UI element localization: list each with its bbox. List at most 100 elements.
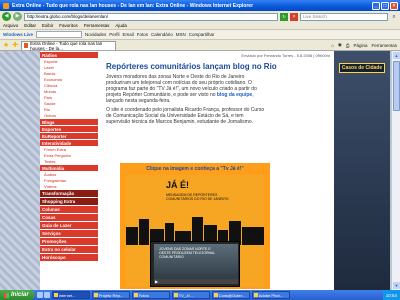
promo-caption[interactable]: Clique na imagem e conheça a "Tv Já é!": [120, 166, 270, 172]
live-item[interactable]: Novidades: [85, 32, 106, 37]
add-favorite-icon[interactable]: ✚: [12, 41, 18, 49]
menu-item[interactable]: Editar: [24, 23, 36, 28]
taskbar-item[interactable]: Internet...: [51, 291, 90, 299]
blog-post: Enviado por Fernando Torres - 5.8.2008 |…: [102, 51, 332, 290]
forward-button[interactable]: ▶: [13, 12, 22, 21]
task-label: Projeto Rep...: [98, 292, 124, 298]
sidebar-item[interactable]: Testes: [40, 158, 98, 164]
sidebar-item[interactable]: EuReporter: [40, 133, 98, 139]
menu-item[interactable]: Exibir: [42, 23, 53, 28]
command-bar: ⌂ ◉ ⎙ Página Ferramentas: [331, 42, 400, 48]
home-icon[interactable]: ⌂: [331, 42, 334, 48]
start-button[interactable]: Iniciar: [0, 290, 35, 300]
print-icon[interactable]: ⎙: [346, 42, 350, 48]
menu-item[interactable]: Ajuda: [115, 23, 127, 28]
menu-item[interactable]: Ferramentas: [84, 23, 110, 28]
live-toolbar: Windows Live Novidades Perfil Email Foto…: [0, 30, 400, 40]
quick-launch-icon[interactable]: [43, 292, 50, 298]
page-menu[interactable]: Página: [353, 42, 367, 48]
site-favicon-icon: [24, 43, 29, 48]
post-byline: Enviado por Fernando Torres - 5.8.2008 |…: [241, 53, 330, 58]
refresh-icon[interactable]: ↻: [280, 12, 288, 21]
scroll-thumb[interactable]: [393, 61, 400, 111]
taskbar-item[interactable]: Cons@Outer...: [211, 291, 250, 299]
live-item[interactable]: Perfil: [109, 32, 119, 37]
sidebar-item[interactable]: Serviços: [40, 230, 98, 237]
live-item[interactable]: MSN: [176, 32, 186, 37]
folder-icon: [133, 293, 138, 297]
web-viewport: Casos de Cidade Rádios Esporte Lazer Baruis…: [0, 51, 400, 290]
post-title[interactable]: Repórteres comunitários lançam blog no R…: [106, 62, 330, 71]
sidebar-item[interactable]: Cosas: [40, 214, 98, 221]
system-tray: 10:54: [382, 290, 400, 300]
folder-icon: [93, 293, 98, 297]
taskbar: Iniciar Internet... Projeto Rep... Fotos…: [0, 290, 400, 300]
taskbar-item[interactable]: Fotos: [131, 291, 170, 299]
maximize-button[interactable]: □: [381, 1, 389, 10]
close-button[interactable]: ×: [390, 1, 398, 10]
sidebar-item[interactable]: Outros: [40, 112, 98, 118]
promo-subtitle: MENSAGEM DE REPÓRTERES COMUNITÁRIOS DO R…: [166, 193, 229, 201]
live-item[interactable]: Fotos: [137, 32, 148, 37]
video-frame[interactable]: JOVENS DAS ZONAS NORTE E OESTE PRODUZEM …: [154, 244, 238, 280]
task-label: Cons@Outer...: [218, 292, 246, 298]
casos-de-cidade-logo[interactable]: Casos de Cidade: [338, 63, 386, 73]
video-caption: JOVENS DAS ZONAS NORTE E OESTE PRODUZEM …: [159, 247, 216, 259]
favorites-star-icon[interactable]: ★: [3, 41, 9, 49]
live-item[interactable]: Calendário: [151, 32, 173, 37]
tools-menu[interactable]: Ferramentas: [371, 42, 397, 48]
sidebar-item[interactable]: Colunas: [40, 206, 98, 213]
menu-item[interactable]: Arquivo: [3, 23, 18, 28]
ie-icon: [3, 2, 9, 9]
scroll-up-icon[interactable]: ▲: [393, 52, 400, 59]
quick-launch: [36, 292, 50, 298]
scroll-down-icon[interactable]: ▼: [393, 282, 400, 289]
sidebar-item[interactable]: Transformação: [40, 190, 98, 197]
quick-launch-icon[interactable]: [36, 292, 43, 298]
promo-image[interactable]: JÁ É! MENSAGEM DE REPÓRTERES COMUNITÁRIO…: [126, 175, 264, 287]
sidebar-item[interactable]: Horóscopo: [40, 254, 98, 261]
title-bar: Extra Online - Tudo que rola nas lan hou…: [0, 0, 400, 11]
live-item[interactable]: Compartilhar: [189, 32, 215, 37]
search-input[interactable]: Live Search: [300, 12, 388, 21]
sidebar-item[interactable]: Vídeos: [40, 183, 98, 189]
taskbar-item[interactable]: TV_J√...: [171, 291, 210, 299]
minimize-button[interactable]: _: [372, 1, 380, 10]
tab-label: Extra Online - Tudo que rola nas lan hou…: [30, 40, 103, 51]
live-item[interactable]: Email: [123, 32, 134, 37]
search-icon[interactable]: ⌕: [390, 13, 398, 21]
sidebar-item[interactable]: Promoções: [40, 238, 98, 245]
page-content: Rádios Esporte Lazer Baruis Economia Ciência M…: [40, 51, 334, 290]
back-button[interactable]: ◀: [2, 12, 11, 21]
photoshop-icon: [253, 293, 258, 297]
sidebar-item[interactable]: Extra no celular: [40, 246, 98, 253]
tab-row: ★ ✚ Extra Online - Tudo que rola nas lan…: [0, 40, 400, 51]
vertical-scrollbar[interactable]: ▲ ▼: [391, 51, 400, 290]
tv-ja-e-promo[interactable]: Clique na imagem e conheça a "Tv Já é!" …: [120, 163, 270, 289]
video-player[interactable]: JOVENS DAS ZONAS NORTE E OESTE PRODUZEM …: [150, 241, 240, 287]
clock[interactable]: 10:54: [386, 293, 397, 298]
live-search-input[interactable]: [35, 31, 82, 38]
task-label: Fotos: [138, 292, 149, 298]
blog-link[interactable]: blog da equipe: [217, 92, 252, 98]
promo-headline: JÁ É!: [166, 180, 190, 190]
taskbar-item[interactable]: Adobe Phot...: [251, 291, 290, 299]
sidebar-item[interactable]: Guia de Lazer: [40, 222, 98, 229]
stop-icon[interactable]: ×: [290, 12, 298, 21]
windows-flag-icon: [4, 292, 9, 298]
address-input[interactable]: http://extra.globo.com/blogs/delanemlan/: [24, 12, 278, 21]
windows-live-logo[interactable]: Windows Live: [3, 32, 33, 37]
browser-tab[interactable]: Extra Online - Tudo que rola nas lan hou…: [21, 40, 117, 51]
site-header-right: Casos de Cidade: [334, 51, 390, 73]
taskbar-item[interactable]: Projeto Rep...: [91, 291, 130, 299]
sidebar-item[interactable]: Blogs: [40, 119, 98, 125]
feed-icon[interactable]: ◉: [338, 42, 342, 48]
post-paragraph: Jovens moradores das zonas Norte e Oeste…: [106, 74, 266, 104]
task-label: Adobe Phot...: [258, 292, 283, 298]
sidebar-item[interactable]: Esportes: [40, 126, 98, 132]
play-icon[interactable]: ▶: [155, 279, 159, 284]
media-icon: [173, 293, 178, 297]
menu-bar: Arquivo Editar Exibir Favoritos Ferramen…: [0, 22, 400, 30]
sidebar-item[interactable]: Shopping Extra: [40, 198, 98, 205]
menu-item[interactable]: Favoritos: [59, 23, 78, 28]
